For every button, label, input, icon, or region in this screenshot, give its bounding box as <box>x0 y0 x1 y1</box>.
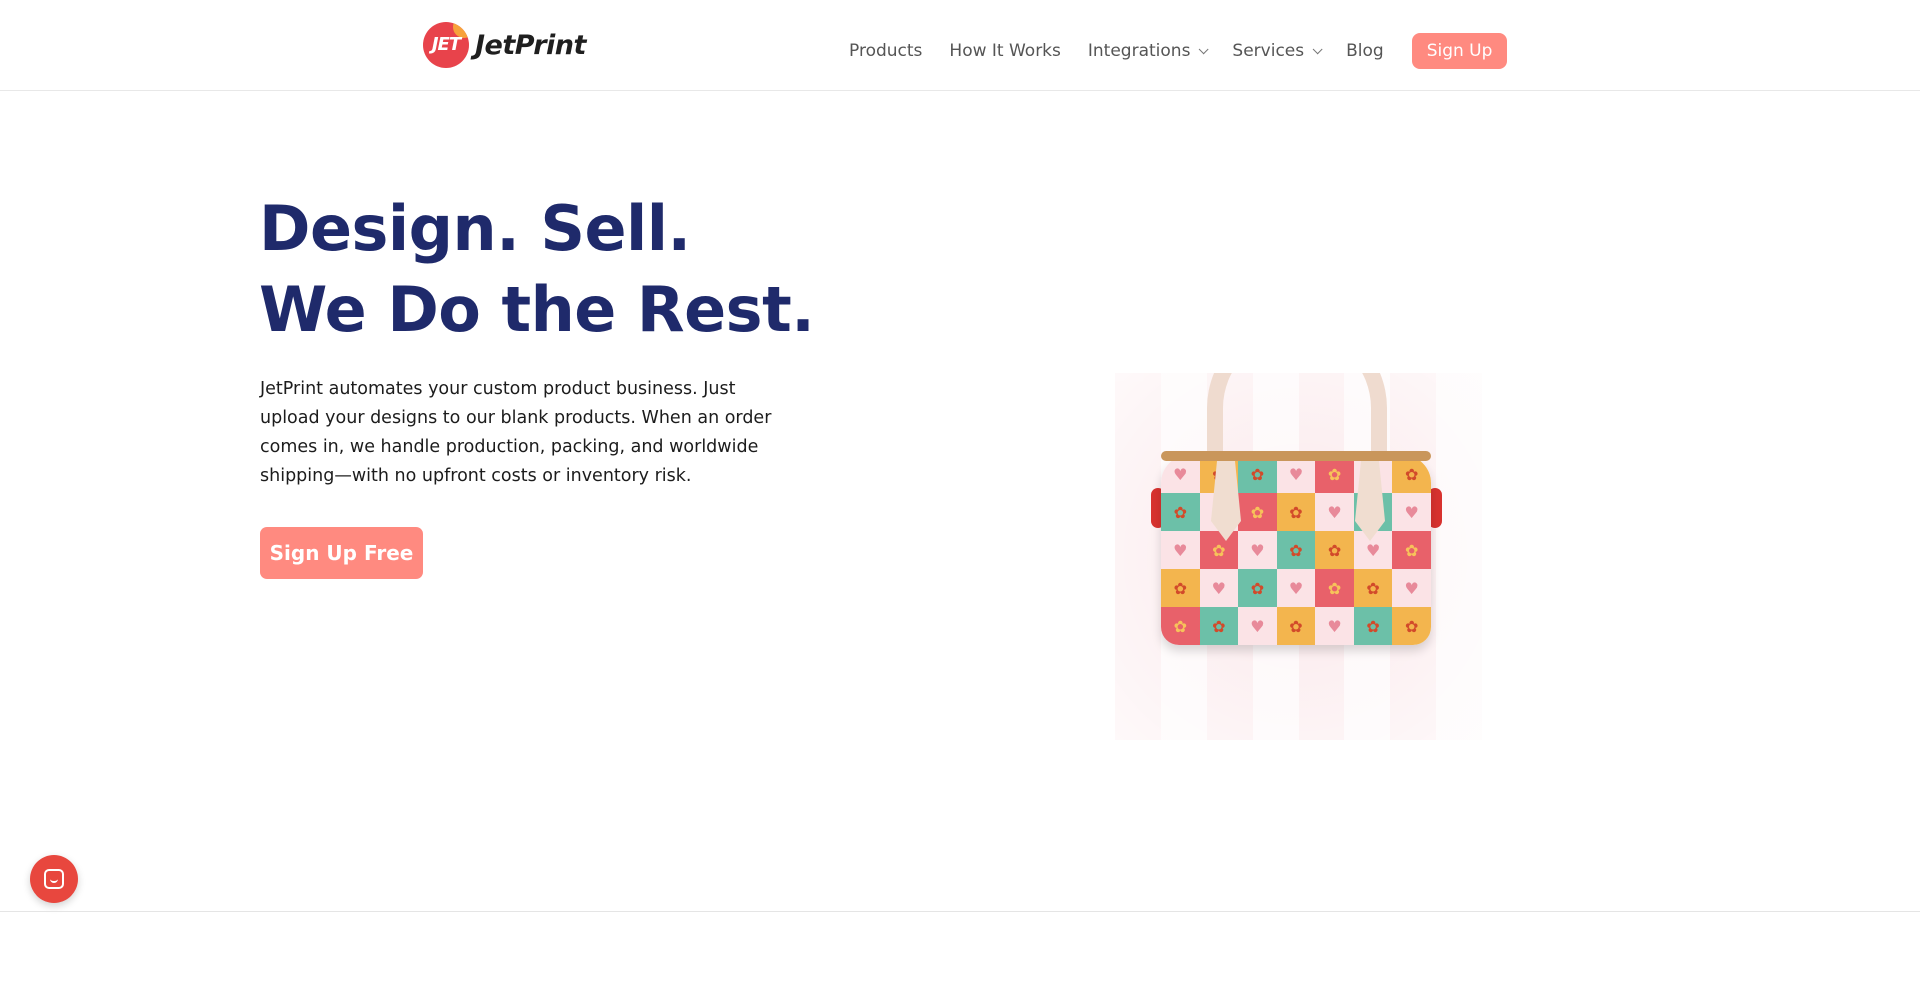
chevron-down-icon <box>1199 43 1209 54</box>
nav-label: Integrations <box>1087 41 1191 61</box>
jetprint-logo[interactable]: JET JetPrint <box>423 22 586 68</box>
nav-products[interactable]: Products <box>849 41 922 61</box>
chevron-down-icon <box>1312 43 1323 54</box>
hero-title: Design. Sell. We Do the Rest. <box>259 188 815 350</box>
logo-wordmark: JetPrint <box>475 29 586 61</box>
nav-label: Services <box>1232 41 1305 61</box>
nav-how-it-works[interactable]: How It Works <box>949 41 1060 61</box>
bag-zipper <box>1161 451 1431 461</box>
logo-mark-text: JET <box>431 34 461 55</box>
signup-button[interactable]: Sign Up <box>1411 33 1508 69</box>
hero-title-line1: Design. Sell. <box>259 192 691 265</box>
nav-blog[interactable]: Blog <box>1346 41 1384 61</box>
nav-label: How It Works <box>949 41 1061 61</box>
signup-free-button[interactable]: Sign Up Free <box>260 527 423 579</box>
bag-pattern: ♥✿✿♥✿♥✿ ✿♥✿✿♥✿♥ ♥✿♥✿✿♥✿ ✿♥✿♥✿✿♥ ✿✿♥✿♥✿✿ <box>1161 455 1431 645</box>
chat-icon <box>44 869 64 889</box>
hero-title-line2: We Do the Rest. <box>259 273 815 346</box>
nav-services[interactable]: Services <box>1232 41 1323 61</box>
hero-description: JetPrint automates your custom product b… <box>260 379 772 486</box>
site-header: JET JetPrint Products How It Works Integ… <box>0 0 1920 91</box>
logo-mark-icon: JET <box>423 22 469 68</box>
product-image-handbag: ♥✿✿♥✿♥✿ ✿♥✿✿♥✿♥ ♥✿♥✿✿♥✿ ✿♥✿♥✿✿♥ ✿✿♥✿♥✿✿ <box>1115 373 1482 740</box>
section-divider <box>0 911 1920 912</box>
main-nav: Products How It Works Integrations Servi… <box>849 33 1508 69</box>
nav-label: Products <box>849 41 923 61</box>
nav-integrations[interactable]: Integrations <box>1087 41 1209 61</box>
nav-label: Blog <box>1346 41 1384 61</box>
chat-widget-button[interactable] <box>30 855 78 903</box>
bag-body: ♥✿✿♥✿♥✿ ✿♥✿✿♥✿♥ ♥✿♥✿✿♥✿ ✿♥✿♥✿✿♥ ✿✿♥✿♥✿✿ <box>1161 455 1431 645</box>
